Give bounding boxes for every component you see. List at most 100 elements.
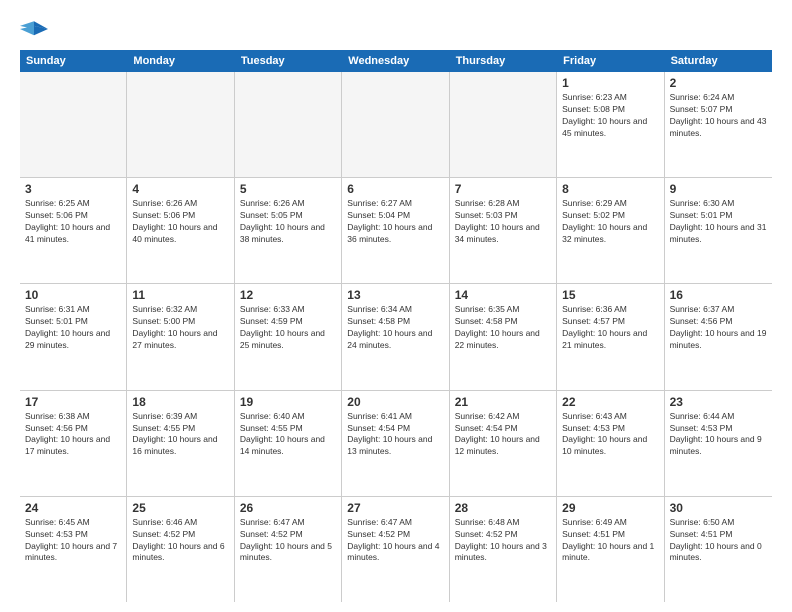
day-number: 16 xyxy=(670,288,767,302)
cell-info: Sunrise: 6:29 AMSunset: 5:02 PMDaylight:… xyxy=(562,198,658,246)
cell-info: Sunrise: 6:31 AMSunset: 5:01 PMDaylight:… xyxy=(25,304,121,352)
day-number: 29 xyxy=(562,501,658,515)
header-day: Monday xyxy=(127,50,234,72)
calendar-week: 24 Sunrise: 6:45 AMSunset: 4:53 PMDayligh… xyxy=(20,497,772,602)
cell-info: Sunrise: 6:33 AMSunset: 4:59 PMDaylight:… xyxy=(240,304,336,352)
day-number: 23 xyxy=(670,395,767,409)
calendar-cell: 21 Sunrise: 6:42 AMSunset: 4:54 PMDayligh… xyxy=(450,391,557,496)
day-number: 17 xyxy=(25,395,121,409)
header-day: Friday xyxy=(557,50,664,72)
calendar-cell: 2Sunrise: 6:24 AMSunset: 5:07 PMDaylight… xyxy=(665,72,772,177)
calendar-cell: 19 Sunrise: 6:40 AMSunset: 4:55 PMDayligh… xyxy=(235,391,342,496)
calendar-cell: 15 Sunrise: 6:36 AMSunset: 4:57 PMDayligh… xyxy=(557,284,664,389)
calendar-cell: 5 Sunrise: 6:26 AMSunset: 5:05 PMDaylight… xyxy=(235,178,342,283)
calendar-cell: 4Sunrise: 6:26 AMSunset: 5:06 PMDaylight… xyxy=(127,178,234,283)
calendar-cell: 1 Sunrise: 6:23 AMSunset: 5:08 PMDaylight… xyxy=(557,72,664,177)
cell-info: Sunrise: 6:23 AMSunset: 5:08 PMDaylight:… xyxy=(562,92,658,140)
calendar-cell: 25 Sunrise: 6:46 AMSunset: 4:52 PMDayligh… xyxy=(127,497,234,602)
cell-info: Sunrise: 6:42 AMSunset: 4:54 PMDaylight:… xyxy=(455,411,551,459)
day-number: 7 xyxy=(455,182,551,196)
cell-info: Sunrise: 6:26 AMSunset: 5:05 PMDaylight:… xyxy=(240,198,336,246)
cell-info: Sunrise: 6:30 AMSunset: 5:01 PMDaylight:… xyxy=(670,198,767,246)
cell-info: Sunrise: 6:32 AMSunset: 5:00 PMDaylight:… xyxy=(132,304,228,352)
cell-info: Sunrise: 6:26 AMSunset: 5:06 PMDaylight:… xyxy=(132,198,228,246)
cell-info: Sunrise: 6:45 AMSunset: 4:53 PMDaylight:… xyxy=(25,517,121,565)
day-number: 3 xyxy=(25,182,121,196)
cell-info: Sunrise: 6:34 AMSunset: 4:58 PMDaylight:… xyxy=(347,304,443,352)
cell-info: Sunrise: 6:25 AMSunset: 5:06 PMDaylight:… xyxy=(25,198,121,246)
calendar-cell: 17 Sunrise: 6:38 AMSunset: 4:56 PMDayligh… xyxy=(20,391,127,496)
cell-info: Sunrise: 6:49 AMSunset: 4:51 PMDaylight:… xyxy=(562,517,658,565)
day-number: 22 xyxy=(562,395,658,409)
calendar-cell: 6Sunrise: 6:27 AMSunset: 5:04 PMDaylight… xyxy=(342,178,449,283)
day-number: 10 xyxy=(25,288,121,302)
cell-info: Sunrise: 6:37 AMSunset: 4:56 PMDaylight:… xyxy=(670,304,767,352)
day-number: 15 xyxy=(562,288,658,302)
day-number: 25 xyxy=(132,501,228,515)
day-number: 1 xyxy=(562,76,658,90)
calendar-cell: 30 Sunrise: 6:50 AMSunset: 4:51 PMDayligh… xyxy=(665,497,772,602)
cell-info: Sunrise: 6:43 AMSunset: 4:53 PMDaylight:… xyxy=(562,411,658,459)
calendar-body: 1 Sunrise: 6:23 AMSunset: 5:08 PMDaylight… xyxy=(20,72,772,602)
calendar-cell: 13 Sunrise: 6:34 AMSunset: 4:58 PMDayligh… xyxy=(342,284,449,389)
cell-info: Sunrise: 6:50 AMSunset: 4:51 PMDaylight:… xyxy=(670,517,767,565)
header-day: Wednesday xyxy=(342,50,449,72)
day-number: 28 xyxy=(455,501,551,515)
calendar-week: 3 Sunrise: 6:25 AMSunset: 5:06 PMDaylight… xyxy=(20,178,772,284)
cell-info: Sunrise: 6:46 AMSunset: 4:52 PMDaylight:… xyxy=(132,517,228,565)
calendar-cell: 10 Sunrise: 6:31 AMSunset: 5:01 PMDayligh… xyxy=(20,284,127,389)
calendar-cell: 29 Sunrise: 6:49 AMSunset: 4:51 PMDayligh… xyxy=(557,497,664,602)
day-number: 18 xyxy=(132,395,228,409)
day-number: 30 xyxy=(670,501,767,515)
cell-info: Sunrise: 6:40 AMSunset: 4:55 PMDaylight:… xyxy=(240,411,336,459)
calendar-cell xyxy=(342,72,449,177)
cell-info: Sunrise: 6:39 AMSunset: 4:55 PMDaylight:… xyxy=(132,411,228,459)
cell-info: Sunrise: 6:36 AMSunset: 4:57 PMDaylight:… xyxy=(562,304,658,352)
logo xyxy=(20,18,54,40)
cell-info: Sunrise: 6:48 AMSunset: 4:52 PMDaylight:… xyxy=(455,517,551,565)
header-day: Sunday xyxy=(20,50,127,72)
calendar-cell: 14 Sunrise: 6:35 AMSunset: 4:58 PMDayligh… xyxy=(450,284,557,389)
cell-info: Sunrise: 6:41 AMSunset: 4:54 PMDaylight:… xyxy=(347,411,443,459)
header-day: Saturday xyxy=(665,50,772,72)
calendar-cell: 23 Sunrise: 6:44 AMSunset: 4:53 PMDayligh… xyxy=(665,391,772,496)
logo-bird-icon xyxy=(20,18,48,40)
day-number: 11 xyxy=(132,288,228,302)
calendar-cell: 16 Sunrise: 6:37 AMSunset: 4:56 PMDayligh… xyxy=(665,284,772,389)
header-day: Thursday xyxy=(450,50,557,72)
day-number: 12 xyxy=(240,288,336,302)
day-number: 14 xyxy=(455,288,551,302)
calendar-cell: 11 Sunrise: 6:32 AMSunset: 5:00 PMDayligh… xyxy=(127,284,234,389)
calendar-cell: 8 Sunrise: 6:29 AMSunset: 5:02 PMDaylight… xyxy=(557,178,664,283)
header-day: Tuesday xyxy=(235,50,342,72)
calendar-cell: 28 Sunrise: 6:48 AMSunset: 4:52 PMDayligh… xyxy=(450,497,557,602)
calendar-cell xyxy=(20,72,127,177)
cell-info: Sunrise: 6:38 AMSunset: 4:56 PMDaylight:… xyxy=(25,411,121,459)
calendar-cell xyxy=(127,72,234,177)
cell-info: Sunrise: 6:47 AMSunset: 4:52 PMDaylight:… xyxy=(347,517,443,565)
day-number: 8 xyxy=(562,182,658,196)
calendar-cell: 24 Sunrise: 6:45 AMSunset: 4:53 PMDayligh… xyxy=(20,497,127,602)
calendar-cell xyxy=(235,72,342,177)
day-number: 13 xyxy=(347,288,443,302)
cell-info: Sunrise: 6:47 AMSunset: 4:52 PMDaylight:… xyxy=(240,517,336,565)
day-number: 26 xyxy=(240,501,336,515)
calendar-week: 10 Sunrise: 6:31 AMSunset: 5:01 PMDayligh… xyxy=(20,284,772,390)
calendar-cell: 3 Sunrise: 6:25 AMSunset: 5:06 PMDaylight… xyxy=(20,178,127,283)
day-number: 5 xyxy=(240,182,336,196)
day-number: 2 xyxy=(670,76,767,90)
cell-info: Sunrise: 6:27 AMSunset: 5:04 PMDaylight:… xyxy=(347,198,443,246)
day-number: 19 xyxy=(240,395,336,409)
day-number: 27 xyxy=(347,501,443,515)
calendar-cell: 27 Sunrise: 6:47 AMSunset: 4:52 PMDayligh… xyxy=(342,497,449,602)
calendar-cell: 20Sunrise: 6:41 AMSunset: 4:54 PMDayligh… xyxy=(342,391,449,496)
cell-info: Sunrise: 6:35 AMSunset: 4:58 PMDaylight:… xyxy=(455,304,551,352)
day-number: 24 xyxy=(25,501,121,515)
calendar-cell: 18 Sunrise: 6:39 AMSunset: 4:55 PMDayligh… xyxy=(127,391,234,496)
calendar-cell: 26 Sunrise: 6:47 AMSunset: 4:52 PMDayligh… xyxy=(235,497,342,602)
day-number: 21 xyxy=(455,395,551,409)
calendar-header: SundayMondayTuesdayWednesdayThursdayFrid… xyxy=(20,50,772,72)
cell-info: Sunrise: 6:44 AMSunset: 4:53 PMDaylight:… xyxy=(670,411,767,459)
calendar: SundayMondayTuesdayWednesdayThursdayFrid… xyxy=(20,50,772,602)
cell-info: Sunrise: 6:28 AMSunset: 5:03 PMDaylight:… xyxy=(455,198,551,246)
